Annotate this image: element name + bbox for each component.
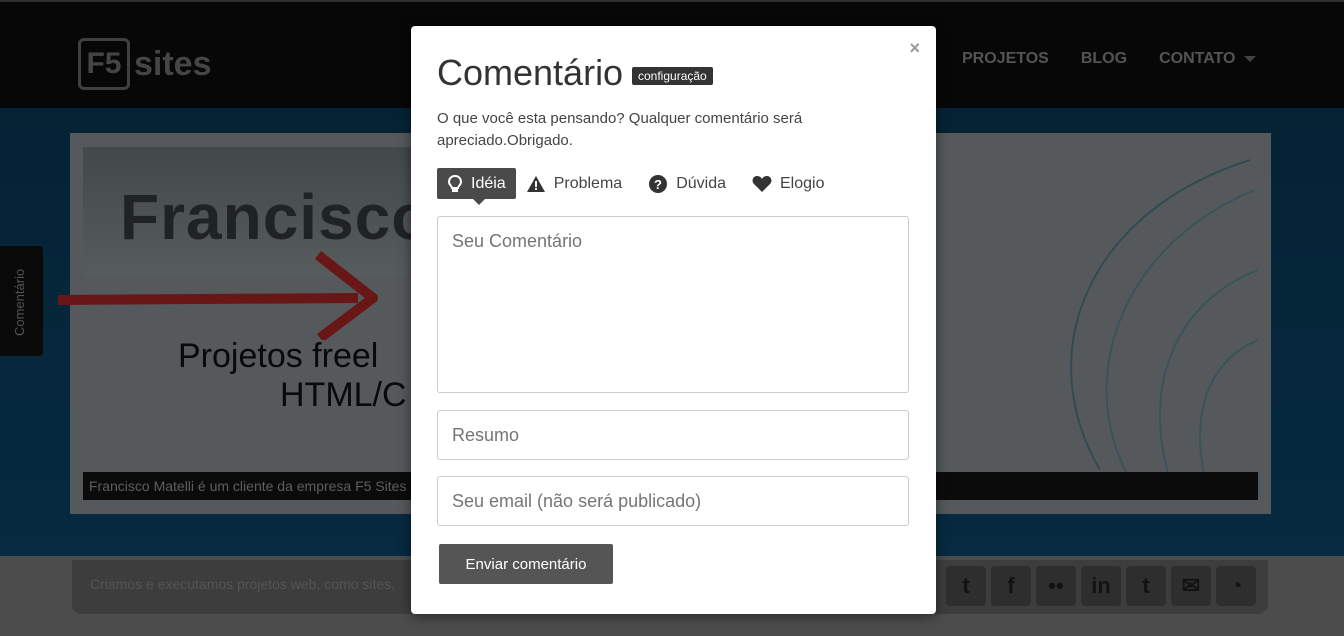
question-icon: ?	[649, 174, 668, 193]
email-input[interactable]	[437, 476, 909, 526]
page: F5 sites PROJETOS BLOG CONTATO Francisco…	[0, 0, 1344, 636]
summary-input[interactable]	[437, 410, 909, 460]
tab-ideia-label: Idéia	[471, 174, 506, 192]
tab-problema[interactable]: Problema	[516, 168, 632, 199]
heart-icon	[752, 175, 772, 192]
comment-textarea[interactable]	[437, 216, 909, 393]
feedback-type-tabs: Idéia Problema ? Dúvida Elogio	[437, 168, 834, 205]
svg-text:?: ?	[654, 177, 662, 192]
close-icon[interactable]: ×	[909, 38, 920, 59]
tab-duvida[interactable]: ? Dúvida	[638, 168, 736, 199]
submit-button[interactable]: Enviar comentário	[439, 544, 613, 584]
warning-icon	[526, 175, 545, 192]
tab-ideia[interactable]: Idéia	[437, 168, 516, 205]
tab-duvida-label: Dúvida	[676, 174, 726, 192]
tab-problema-label: Problema	[553, 174, 623, 192]
modal-description: O que você esta pensando? Qualquer comen…	[437, 110, 803, 149]
modal-title: Comentário	[437, 52, 624, 93]
tab-elogio[interactable]: Elogio	[742, 168, 834, 199]
comment-modal: × Comentário configuração O que você est…	[411, 26, 936, 614]
tab-elogio-label: Elogio	[780, 174, 825, 192]
config-badge[interactable]: configuração	[632, 67, 713, 85]
lightbulb-icon	[447, 174, 463, 192]
